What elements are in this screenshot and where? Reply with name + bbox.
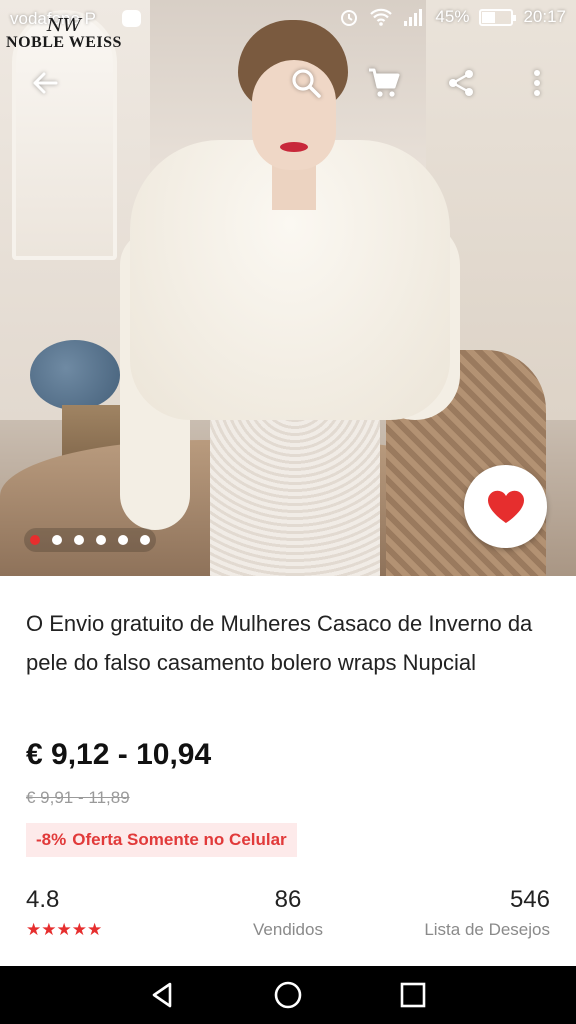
add-to-wishlist-button[interactable]: [464, 465, 547, 548]
search-icon: [292, 69, 321, 98]
nav-home-button[interactable]: [263, 970, 313, 1020]
wishlist-label: Lista de Desejos: [424, 920, 550, 939]
gallery-dot[interactable]: [140, 535, 150, 545]
cart-icon: [369, 68, 400, 97]
brand-name: NOBLE WEISS: [6, 34, 122, 51]
signal-icon: [404, 9, 423, 26]
share-icon: [449, 70, 473, 96]
product-original-price: € 9,91 - 11,89: [26, 788, 130, 807]
gallery-pager: [24, 528, 156, 552]
recents-square-icon: [401, 982, 426, 1008]
gallery-dot[interactable]: [30, 535, 40, 545]
gallery-dot[interactable]: [96, 535, 106, 545]
share-button[interactable]: [438, 60, 484, 106]
alarm-icon: [341, 10, 358, 26]
battery-percent: 45%: [435, 7, 470, 26]
gallery-dot[interactable]: [118, 535, 128, 545]
system-nav-bar: [0, 966, 576, 1024]
home-circle-icon: [274, 981, 302, 1009]
gallery-dot[interactable]: [52, 535, 62, 545]
rating-value: 4.8: [26, 886, 60, 913]
rating-stat[interactable]: 4.8 ★★★★★: [26, 886, 102, 940]
nav-back-button[interactable]: [138, 970, 188, 1020]
promo-text: Oferta Somente no Celular: [72, 830, 287, 849]
more-vert-icon: [534, 70, 540, 96]
rating-stars: ★★★★★: [26, 920, 103, 939]
nav-recents-button[interactable]: [388, 970, 438, 1020]
wishlist-count: 546: [509, 886, 550, 913]
brand-logo: NW NOBLE WEISS: [4, 15, 124, 52]
back-triangle-icon: [152, 982, 171, 1008]
promo-discount: -8%: [36, 830, 67, 849]
heart-icon: [487, 490, 524, 523]
wifi-icon: [370, 8, 393, 26]
background-plant: [30, 340, 120, 410]
product-title: O Envio gratuito de Mulheres Casaco de I…: [26, 611, 533, 675]
promo-badge: -8% Oferta Somente no Celular: [26, 823, 297, 857]
sold-stat: 86 Vendidos: [232, 886, 344, 940]
search-button[interactable]: [283, 60, 329, 106]
more-options-button[interactable]: [514, 60, 560, 106]
brand-monogram: NW: [46, 15, 82, 36]
product-price: € 9,12 - 10,94: [26, 738, 212, 771]
battery-icon: [479, 8, 517, 26]
sold-count: 86: [274, 886, 302, 913]
gallery-dot[interactable]: [74, 535, 84, 545]
cart-button[interactable]: [361, 60, 407, 106]
wishlist-stat[interactable]: 546 Lista de Desejos: [424, 886, 550, 940]
back-arrow-icon: [33, 72, 58, 94]
clock: 20:17: [523, 7, 566, 26]
notification-icon: [122, 10, 141, 27]
sold-label: Vendidos: [253, 920, 323, 939]
back-button[interactable]: [22, 60, 68, 106]
